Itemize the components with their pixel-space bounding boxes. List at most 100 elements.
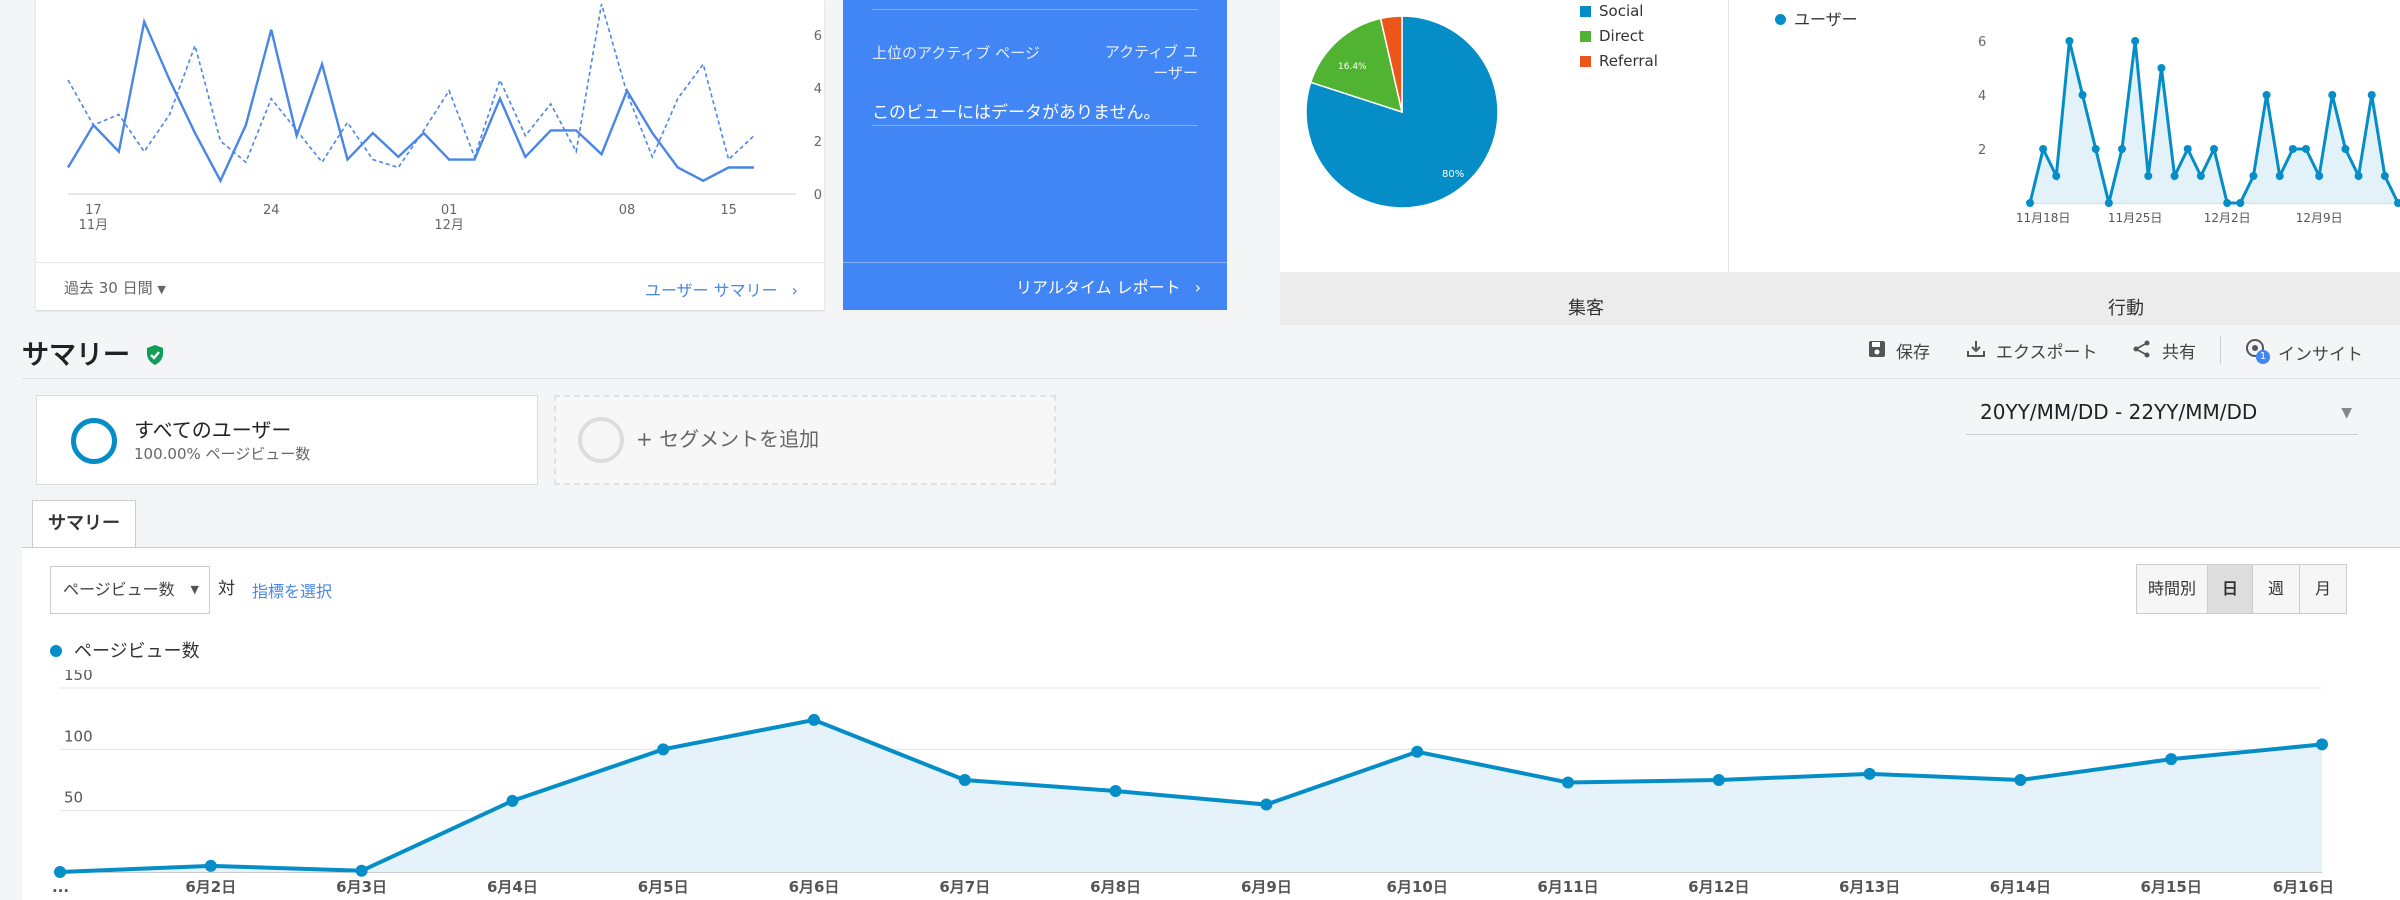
y-tick-label: 0	[814, 188, 822, 203]
select-metric-link[interactable]: 指標を選択	[252, 578, 332, 602]
header-rule	[22, 378, 2400, 379]
legend-swatch	[1580, 31, 1591, 42]
caret-down-icon: ▼	[190, 583, 199, 596]
users-point	[2170, 172, 2179, 180]
pageviews-point	[1562, 776, 1574, 789]
users-area	[2030, 41, 2398, 203]
toggle-hourly[interactable]: 時間別	[2136, 564, 2208, 614]
active-users-header-line1: アクティブ ユ	[1104, 43, 1198, 61]
x-tick-label: 6月12日	[1688, 878, 1749, 896]
tab-acquisition[interactable]: 集客	[1568, 294, 1604, 320]
users-point	[2196, 172, 2205, 180]
empty-circle-icon	[578, 417, 624, 463]
tab-summary[interactable]: サマリー	[32, 500, 136, 548]
toggle-month[interactable]: 月	[2299, 564, 2347, 614]
x-tick-label: 11月25日	[2108, 211, 2163, 225]
legend-label: Direct	[1599, 27, 1644, 45]
page-title: サマリー	[22, 333, 165, 372]
date-range-dropdown[interactable]: 過去 30 日間 ▼	[64, 277, 166, 298]
x-tick-label: 6月7日	[939, 878, 990, 896]
users-point	[2302, 145, 2310, 153]
users-point	[2052, 172, 2061, 180]
pageviews-point	[2165, 753, 2178, 766]
x-tick-label: 6月13日	[1839, 878, 1900, 896]
metric-select-value: ページビュー数	[63, 580, 175, 599]
pie-label-direct: 16.4%	[1338, 62, 1367, 72]
pageviews-point	[958, 774, 971, 786]
x-tick-label: 17	[85, 203, 102, 218]
x-tick-label: 6月4日	[487, 878, 538, 896]
x-tick-label: 6月2日	[185, 878, 236, 896]
x-tick-label: 12月9日	[2296, 211, 2343, 225]
add-segment-button[interactable]: + セグメントを追加	[554, 395, 1056, 485]
metric-select[interactable]: ページビュー数 ▼	[50, 566, 210, 614]
insights-label: インサイト	[2278, 345, 2363, 365]
save-icon	[1868, 340, 1886, 363]
divider	[872, 125, 1198, 126]
chevron-right-icon: ›	[791, 281, 798, 300]
x-tick-label: 6月14日	[1990, 878, 2051, 896]
users-point	[2315, 172, 2324, 180]
tab-behavior[interactable]: 行動	[2108, 294, 2144, 320]
pie-label-social: 80%	[1442, 169, 1464, 180]
toggle-week[interactable]: 週	[2252, 564, 2300, 614]
x-tick-label: 6月15日	[2141, 878, 2202, 896]
solid-series-line	[66, 17, 754, 184]
users-point	[2091, 145, 2100, 153]
save-label: 保存	[1896, 343, 1930, 363]
dashed-series-line	[67, 3, 755, 169]
users-point	[2065, 37, 2074, 45]
users-point	[2328, 91, 2337, 99]
users-point	[2288, 145, 2297, 153]
segment-title: すべてのユーザー	[134, 418, 292, 442]
realtime-report-link[interactable]: リアルタイム レポート ›	[1016, 274, 1201, 298]
insights-badge: 1	[2256, 350, 2270, 364]
save-button[interactable]: 保存	[1868, 338, 1930, 363]
share-button[interactable]: 共有	[2132, 338, 2196, 363]
users-trend-card: 6 4 2 0 17 11月 24 01 12月 08 15 過去 30 日間 ▼ ユーザー サマリ…	[36, 0, 824, 310]
insights-button[interactable]: 1 インサイト	[2244, 338, 2363, 365]
vs-label: 対	[218, 579, 235, 599]
active-users-header-line2: ーザー	[1153, 64, 1198, 82]
legend-swatch	[1580, 56, 1591, 67]
users-point	[2275, 172, 2284, 180]
x-tick-label: 12月2日	[2204, 211, 2251, 225]
share-icon	[2132, 340, 2152, 363]
pageviews-point	[54, 866, 66, 878]
x-tick-label: 24	[263, 203, 280, 218]
segment-all-users[interactable]: すべてのユーザー 100.00% ページビュー数	[36, 395, 538, 485]
x-tick-label: 6月8日	[1090, 878, 1141, 896]
y-tick-label: 2	[814, 135, 822, 150]
users-trend-chart: 6 4 2 0 1711月 24 0112月 08 15	[66, 3, 822, 233]
x-tick-label: 08	[619, 203, 636, 218]
x-tick-label: ...	[52, 878, 69, 896]
divider	[843, 262, 1227, 263]
pageviews-point	[2014, 774, 2027, 786]
x-tick-label: 6月9日	[1241, 878, 1292, 896]
pageviews-point	[1260, 798, 1273, 811]
no-data-message: このビューにはデータがありません。	[872, 103, 1161, 123]
y-tick-label: 150	[64, 670, 93, 684]
legend-swatch	[1580, 6, 1591, 17]
acquisition-panel: 80% 16.4% Social Direct Referral ユーザー 64…	[1280, 0, 2400, 325]
x-tick-label: 6月11日	[1537, 878, 1598, 896]
users-point	[2223, 199, 2232, 207]
legend-label: Social	[1599, 2, 1644, 20]
users-point	[2341, 145, 2350, 153]
top-active-pages-header: 上位のアクティブ ページ	[872, 44, 1040, 62]
series-legend: ページビュー数	[50, 637, 200, 663]
users-point	[2380, 172, 2389, 180]
export-button[interactable]: エクスポート	[1966, 338, 2098, 363]
add-segment-label: + セグメントを追加	[636, 427, 820, 451]
users-point	[2157, 64, 2166, 72]
date-range-picker[interactable]: 20YY/MM/DD - 22YY/MM/DD ▼	[1966, 395, 2358, 435]
realtime-report-label: リアルタイム レポート	[1015, 278, 1181, 297]
segment-circle-icon	[71, 418, 117, 464]
x-tick-label: 15	[720, 203, 737, 218]
pageviews-chart: 150 100 50... 6月2日 6月3日 6月4日 6月5日 6月6日 6月7日 6月8日 6…	[52, 670, 2334, 896]
user-summary-link[interactable]: ユーザー サマリー ›	[645, 277, 798, 301]
series-legend-label: ページビュー数	[74, 641, 200, 662]
toggle-day[interactable]: 日	[2207, 564, 2253, 614]
download-icon	[1966, 340, 1986, 363]
y-tick-label: 2	[1978, 143, 1986, 158]
